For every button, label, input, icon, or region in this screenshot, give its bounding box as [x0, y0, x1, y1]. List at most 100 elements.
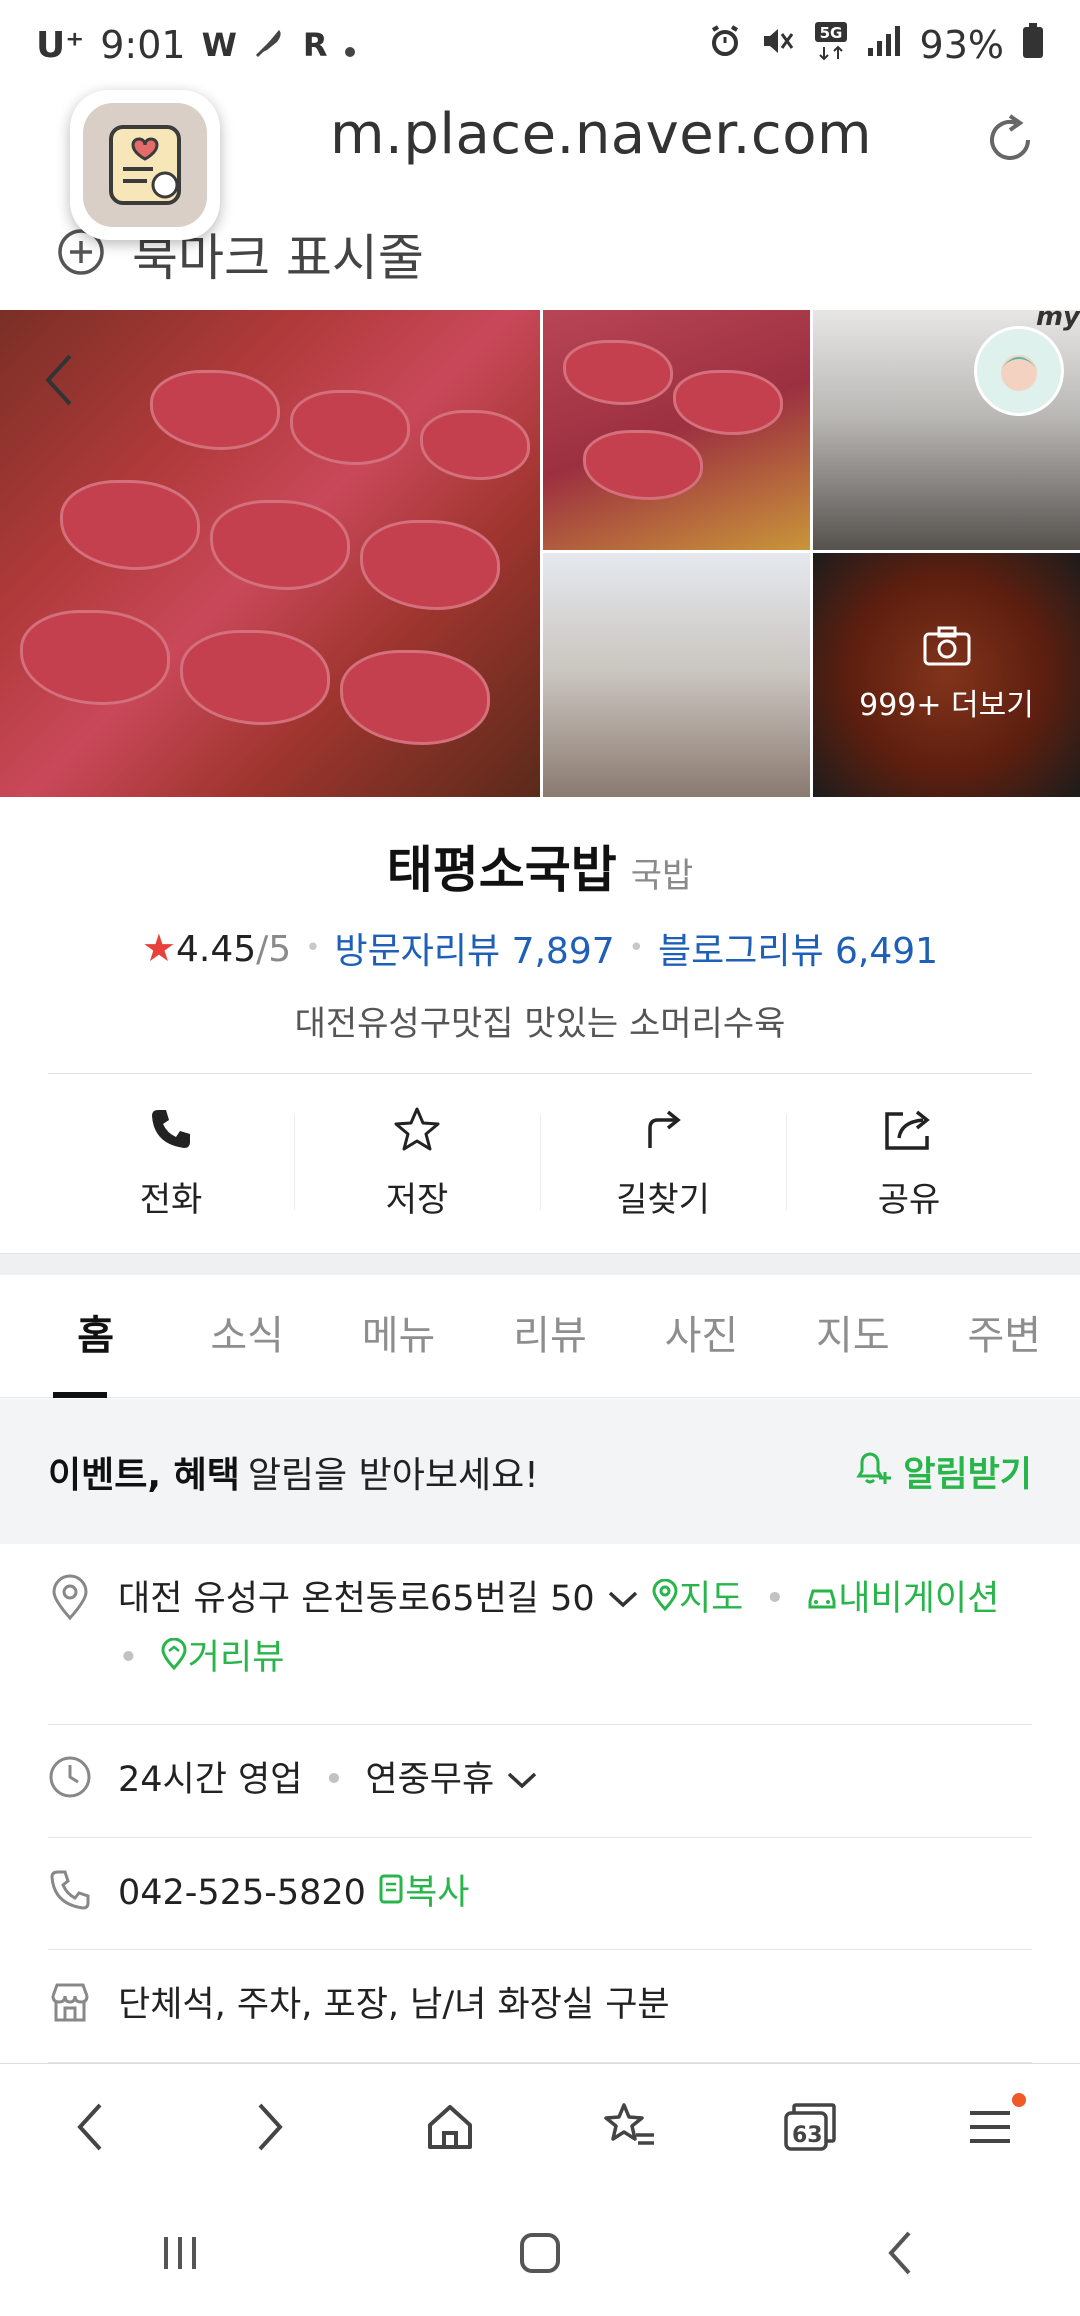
tabs-button[interactable]: 63	[770, 2089, 850, 2169]
tab-home[interactable]: 홈	[20, 1275, 171, 1398]
navigation-link[interactable]: 내비게이션	[806, 1579, 999, 1619]
home-icon	[424, 2101, 476, 2157]
notification-banner: 이벤트, 혜택 알림을 받아보세요! 알림받기	[0, 1399, 1080, 1544]
address-text[interactable]: 대전 유성구 온천동로65번길 50	[118, 1579, 595, 1619]
tab-nearby[interactable]: 주변	[929, 1275, 1080, 1398]
notification-dot	[1012, 2092, 1026, 2107]
thumbnail-photo[interactable]: my	[813, 310, 1080, 550]
tab-count: 63	[792, 2122, 823, 2148]
rating-row: ★4.45/5 • 방문자리뷰 7,897 • 블로그리뷰 6,491	[0, 922, 1080, 974]
tab-menu[interactable]: 메뉴	[323, 1275, 474, 1398]
map-link[interactable]: 지도	[651, 1578, 755, 1619]
call-label: 전화	[139, 1180, 203, 1220]
chevron-down-icon[interactable]	[606, 1571, 640, 1629]
chevron-left-icon	[70, 2099, 110, 2159]
separator-dot: •	[323, 1760, 345, 1800]
recent-apps-button[interactable]	[140, 2215, 220, 2295]
tab-photos[interactable]: 사진	[626, 1275, 777, 1398]
store-icon	[48, 1980, 92, 2024]
share-button[interactable]: 공유	[786, 1074, 1032, 1253]
directions-button[interactable]: 길찾기	[540, 1074, 786, 1253]
section-divider	[0, 1253, 1080, 1275]
chevron-down-icon[interactable]	[505, 1752, 539, 1810]
floating-app-shortcut[interactable]	[70, 90, 220, 240]
place-category: 국밥	[630, 856, 694, 896]
separator-dot: •	[305, 933, 321, 963]
action-bar: 전화 저장 길찾기 공유	[48, 1073, 1032, 1253]
more-photos-tile[interactable]: 999+ 더보기	[813, 553, 1080, 797]
avatar[interactable]	[974, 326, 1064, 416]
thumbnail-photo[interactable]	[543, 310, 810, 550]
home-button[interactable]	[410, 2089, 490, 2169]
hours-row: 24시간 영업 • 연중무휴	[48, 1725, 1032, 1838]
main-photo[interactable]	[0, 310, 540, 797]
system-home-button[interactable]	[500, 2215, 580, 2295]
mute-icon	[760, 23, 796, 67]
battery-icon	[1022, 22, 1044, 68]
amenities-row: 단체석, 주차, 포장, 남/녀 화장실 구분	[48, 1950, 1032, 2063]
rating-value: 4.45	[175, 929, 257, 970]
visitor-reviews-link[interactable]: 방문자리뷰 7,897	[335, 922, 615, 974]
status-dot-icon	[344, 23, 356, 67]
star-outline-icon	[393, 1106, 441, 1156]
bell-plus-icon	[851, 1446, 893, 1497]
call-button[interactable]: 전화	[48, 1074, 294, 1253]
recent-apps-icon	[158, 2233, 202, 2277]
chevron-right-icon	[250, 2099, 290, 2159]
photo-gallery: my 999+ 더보기	[0, 310, 1080, 797]
status-glyph-w: W	[201, 26, 237, 64]
hours-text: 24시간 영업	[118, 1760, 303, 1800]
bookmarks-button[interactable]	[590, 2089, 670, 2169]
car-icon	[806, 1571, 838, 1629]
url-text[interactable]: m.place.naver.com	[330, 102, 872, 167]
share-icon	[883, 1106, 935, 1156]
phone-number[interactable]: 042-525-5820	[118, 1873, 366, 1913]
clock-icon	[48, 1755, 92, 1799]
battery-percent: 93%	[919, 23, 1004, 67]
menu-button[interactable]	[950, 2089, 1030, 2169]
status-bar: U⁺ 9:01 W R 5G 93%	[0, 0, 1080, 90]
share-label: 공유	[877, 1180, 941, 1220]
gallery-prev-icon[interactable]	[40, 350, 76, 410]
navigation-link-label: 내비게이션	[838, 1579, 1000, 1619]
address-row: 대전 유성구 온천동로65번길 50 지도 • 내비게이션 • 거리뷰	[48, 1570, 1032, 1725]
subscribe-alerts-label: 알림받기	[903, 1455, 1032, 1495]
memo-app-icon	[83, 103, 207, 227]
place-description: 대전유성구맛집 맛있는 소머리수육	[294, 1004, 786, 1044]
copy-label: 복사	[405, 1873, 470, 1913]
back-chevron-icon	[885, 2229, 915, 2281]
forward-button[interactable]	[230, 2089, 310, 2169]
tab-bar: 홈 소식 메뉴 리뷰 사진 지도 주변	[0, 1275, 1080, 1398]
back-button[interactable]	[50, 2089, 130, 2169]
place-header: 태평소국밥 국밥 ★4.45/5 • 방문자리뷰 7,897 • 블로그리뷰 6…	[0, 800, 1080, 1045]
map-link-label: 지도	[678, 1579, 744, 1619]
tab-reviews[interactable]: 리뷰	[474, 1275, 625, 1398]
directions-icon	[640, 1106, 686, 1156]
hamburger-menu-icon	[966, 2105, 1014, 2153]
tab-map[interactable]: 지도	[777, 1275, 928, 1398]
my-badge-label: my	[1035, 310, 1080, 332]
copy-phone-button[interactable]: 복사	[377, 1873, 470, 1913]
directions-label: 길찾기	[616, 1180, 710, 1220]
copy-icon	[377, 1865, 405, 1923]
notice-text: 알림을 받아보세요!	[247, 1454, 539, 1496]
browser-toolbar: 63	[0, 2063, 1080, 2193]
star-icon: ★	[141, 926, 176, 970]
thumbnail-photo[interactable]	[543, 553, 810, 797]
phone-icon	[148, 1106, 194, 1156]
subscribe-alerts-button[interactable]: 알림받기	[851, 1446, 1032, 1497]
phone-row: 042-525-5820 복사	[48, 1838, 1032, 1950]
tab-news[interactable]: 소식	[171, 1275, 322, 1398]
signal-icon	[866, 23, 902, 67]
save-button[interactable]: 저장	[294, 1074, 540, 1253]
reload-icon[interactable]	[980, 110, 1040, 170]
blog-reviews-link[interactable]: 블로그리뷰 6,491	[658, 922, 938, 974]
separator-dot: •	[628, 933, 644, 963]
phone-outline-icon	[48, 1868, 92, 1912]
network-label: 5G	[819, 24, 842, 42]
save-label: 저장	[385, 1180, 449, 1220]
carrier-label: U⁺	[36, 24, 85, 66]
camera-icon	[923, 626, 971, 670]
system-back-button[interactable]	[860, 2215, 940, 2295]
street-view-link[interactable]: 거리뷰	[160, 1637, 284, 1678]
